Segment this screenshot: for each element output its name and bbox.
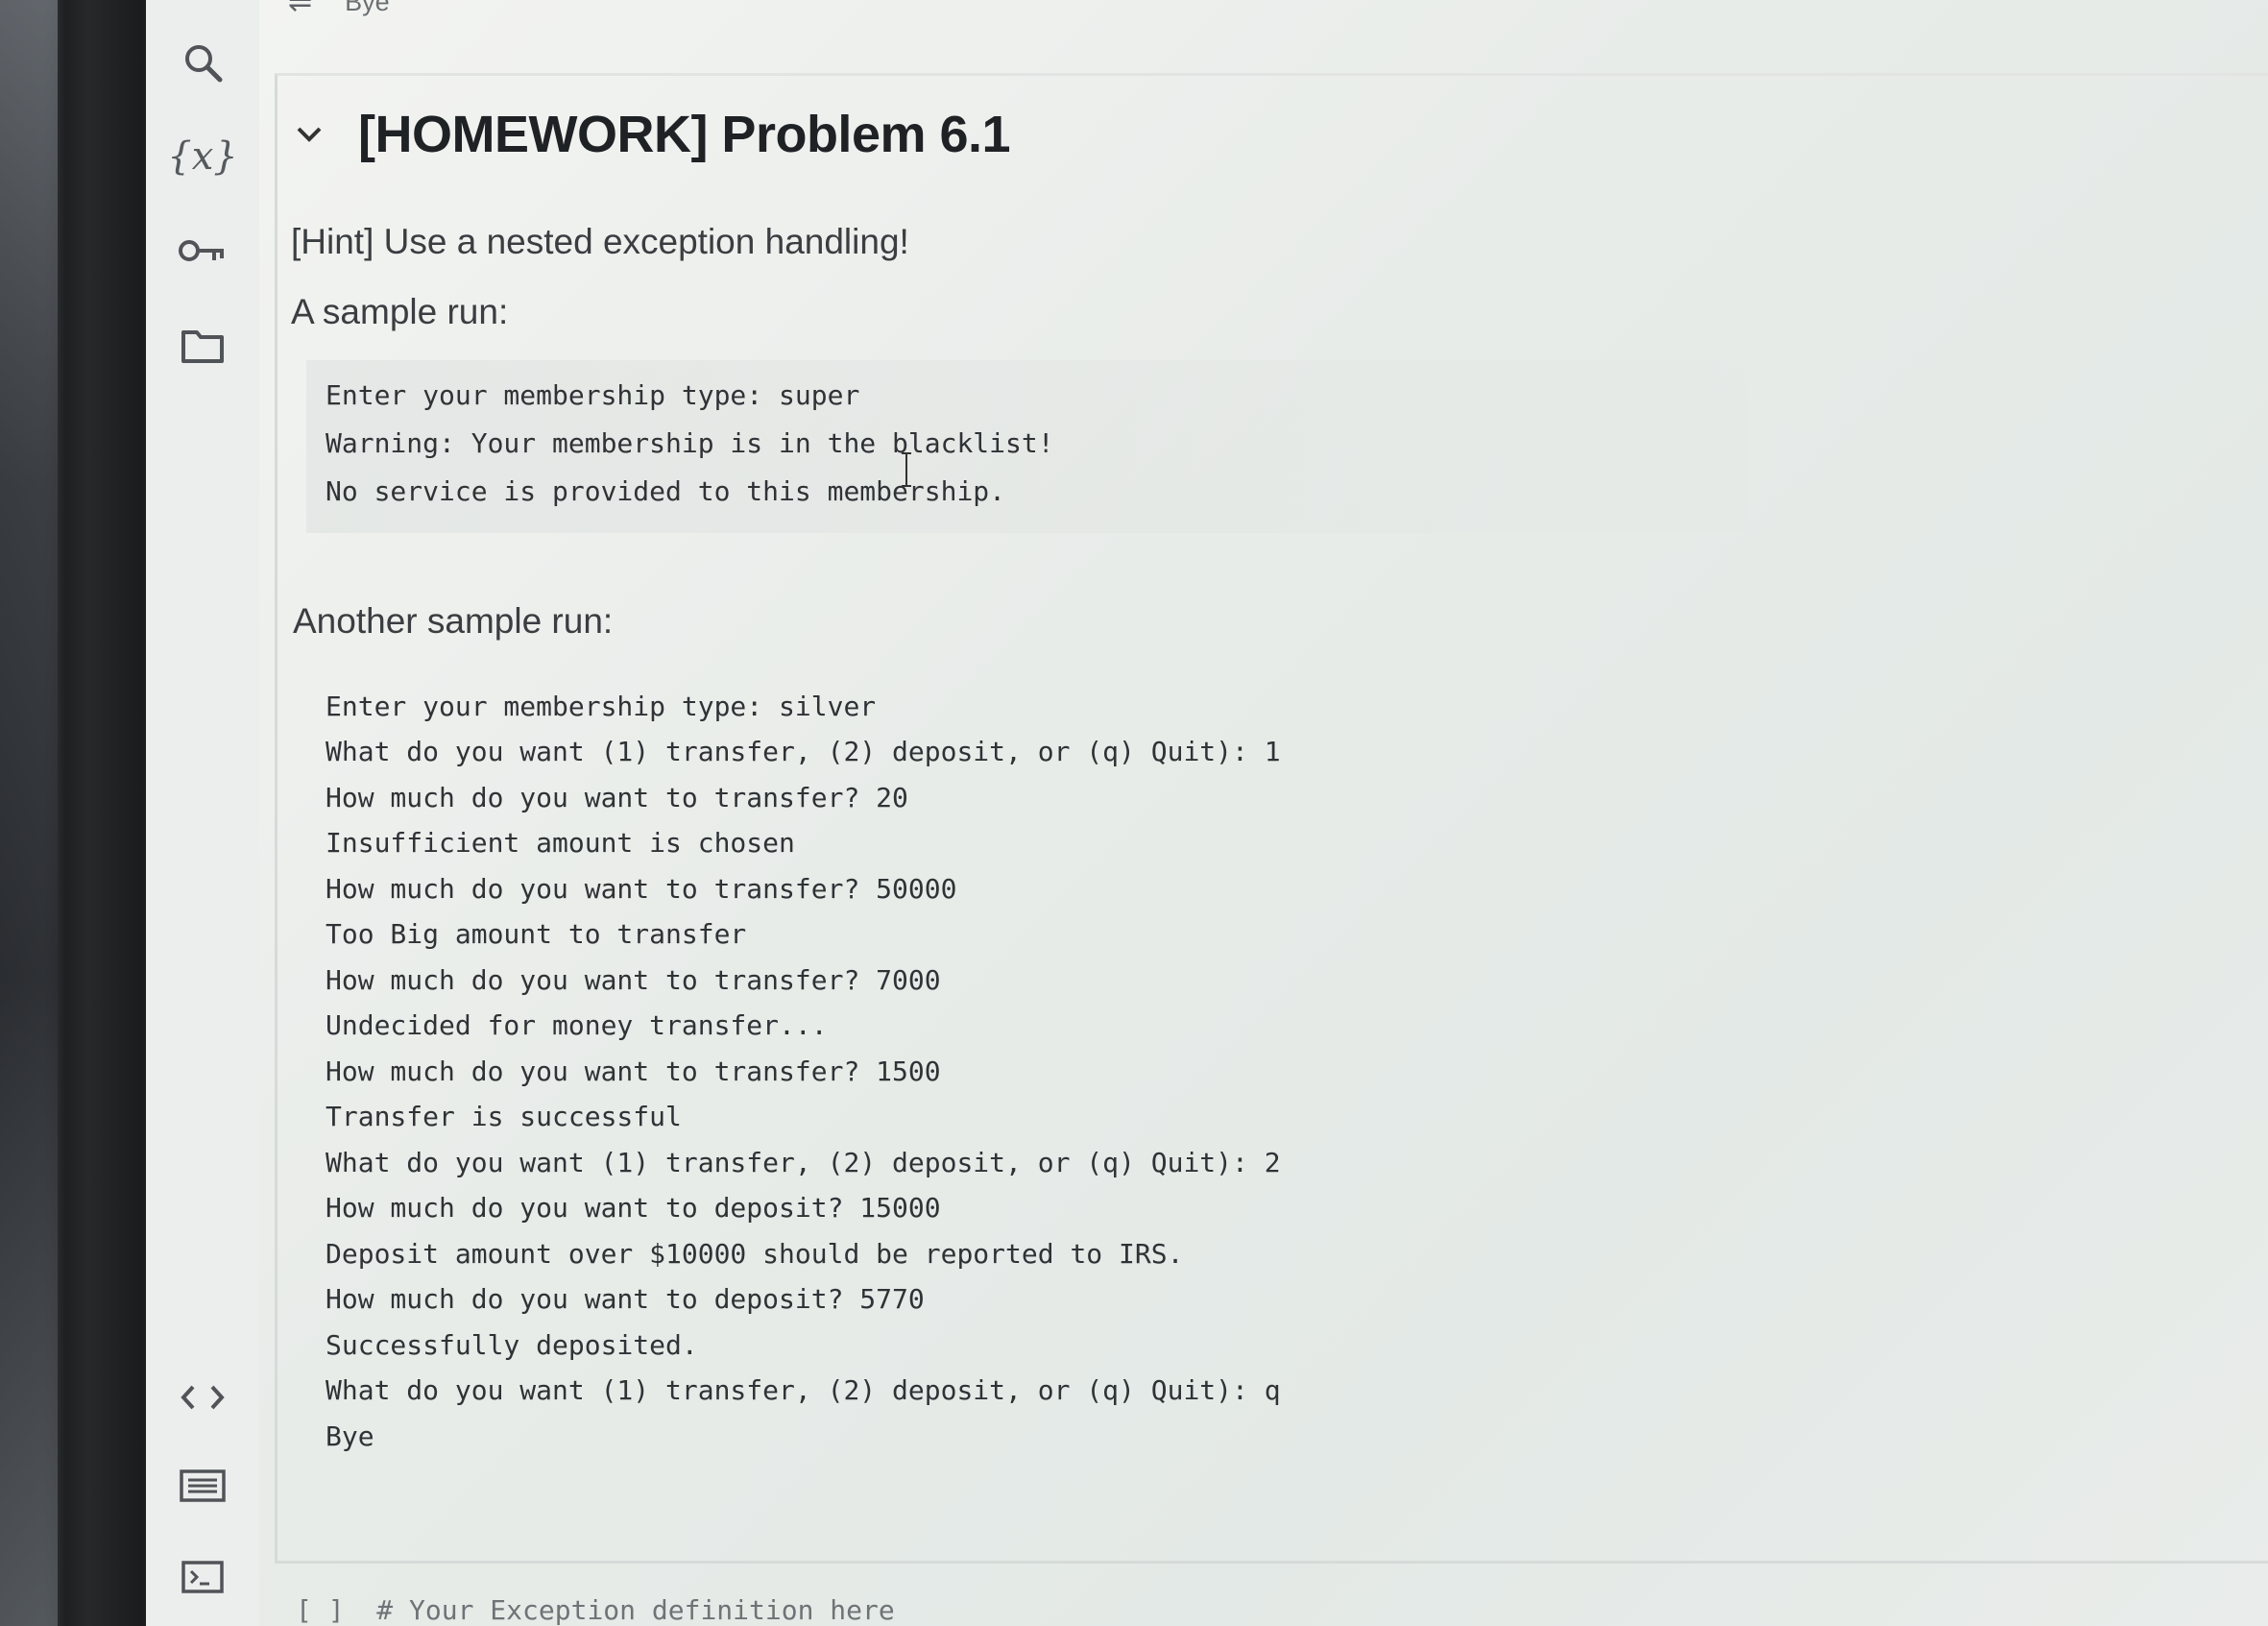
search-icon[interactable] bbox=[146, 29, 259, 96]
next-code-cell[interactable]: [ ] # Your Exception definition here bbox=[296, 1594, 895, 1626]
code-line: What do you want (1) transfer, (2) depos… bbox=[326, 736, 1281, 767]
previous-output-text: Bye bbox=[345, 0, 390, 16]
command-palette-icon[interactable] bbox=[146, 1452, 259, 1519]
code-line: Insufficient amount is chosen bbox=[326, 827, 795, 859]
hint-text: [Hint] Use a nested exception handling! bbox=[291, 222, 909, 261]
code-comment: # Your Exception definition here bbox=[376, 1594, 895, 1626]
sample-run-block: Enter your membership type: super Warnin… bbox=[306, 360, 1747, 533]
text-cell[interactable]: [HOMEWORK] Problem 6.1 [Hint] Use a nest… bbox=[275, 73, 2268, 1564]
variables-icon[interactable]: {x} bbox=[146, 123, 259, 190]
run-marker[interactable]: [ ] bbox=[296, 1594, 345, 1626]
code-line: How much do you want to transfer? 20 bbox=[326, 782, 908, 813]
code-line: Warning: Your membership is in the black… bbox=[326, 427, 1054, 459]
code-line: Too Big amount to transfer bbox=[326, 918, 747, 950]
code-icon[interactable] bbox=[146, 1364, 259, 1431]
code-line: Transfer is successful bbox=[326, 1101, 682, 1132]
cell-title: [HOMEWORK] Problem 6.1 bbox=[358, 106, 1011, 163]
left-activity-rail: {x} bbox=[146, 0, 261, 1626]
code-line: How much do you want to transfer? 50000 bbox=[326, 873, 957, 905]
code-line: Enter your membership type: silver bbox=[326, 691, 877, 722]
folder-icon[interactable] bbox=[146, 312, 259, 379]
key-icon[interactable] bbox=[146, 217, 259, 284]
terminal-icon[interactable] bbox=[146, 1543, 259, 1611]
code-line: Deposit amount over $10000 should be rep… bbox=[326, 1238, 1184, 1270]
another-sample-run-label: Another sample run: bbox=[293, 601, 614, 641]
code-line: Enter your membership type: super bbox=[326, 379, 860, 411]
code-line: What do you want (1) transfer, (2) depos… bbox=[326, 1147, 1281, 1178]
code-line: Bye bbox=[326, 1420, 374, 1452]
text-cursor-icon bbox=[902, 452, 911, 487]
code-line: What do you want (1) transfer, (2) depos… bbox=[326, 1374, 1281, 1406]
cell-header: [HOMEWORK] Problem 6.1 bbox=[287, 105, 1011, 164]
screen-bezel bbox=[0, 0, 146, 1626]
output-toggle-icon[interactable]: ⇌ bbox=[288, 0, 312, 19]
code-line: How much do you want to transfer? 1500 bbox=[326, 1056, 941, 1087]
code-line: How much do you want to deposit? 15000 bbox=[326, 1192, 941, 1224]
sample-run-label: A sample run: bbox=[291, 292, 509, 331]
code-line: How much do you want to deposit? 5770 bbox=[326, 1283, 925, 1315]
chevron-down-icon[interactable] bbox=[287, 112, 331, 157]
code-line: Undecided for money transfer... bbox=[326, 1009, 828, 1041]
bezel-shine bbox=[0, 0, 58, 1626]
notebook-main: ⇌ Bye [HOMEWORK] Problem 6.1 [Hint] Use … bbox=[259, 0, 2268, 1626]
variables-glyph: {x} bbox=[167, 134, 238, 179]
previous-cell-output: ⇌ Bye bbox=[288, 0, 390, 21]
another-sample-run-block: Enter your membership type: silver What … bbox=[306, 671, 1747, 1574]
code-line: Successfully deposited. bbox=[326, 1329, 698, 1361]
code-line: How much do you want to transfer? 7000 bbox=[326, 964, 941, 996]
